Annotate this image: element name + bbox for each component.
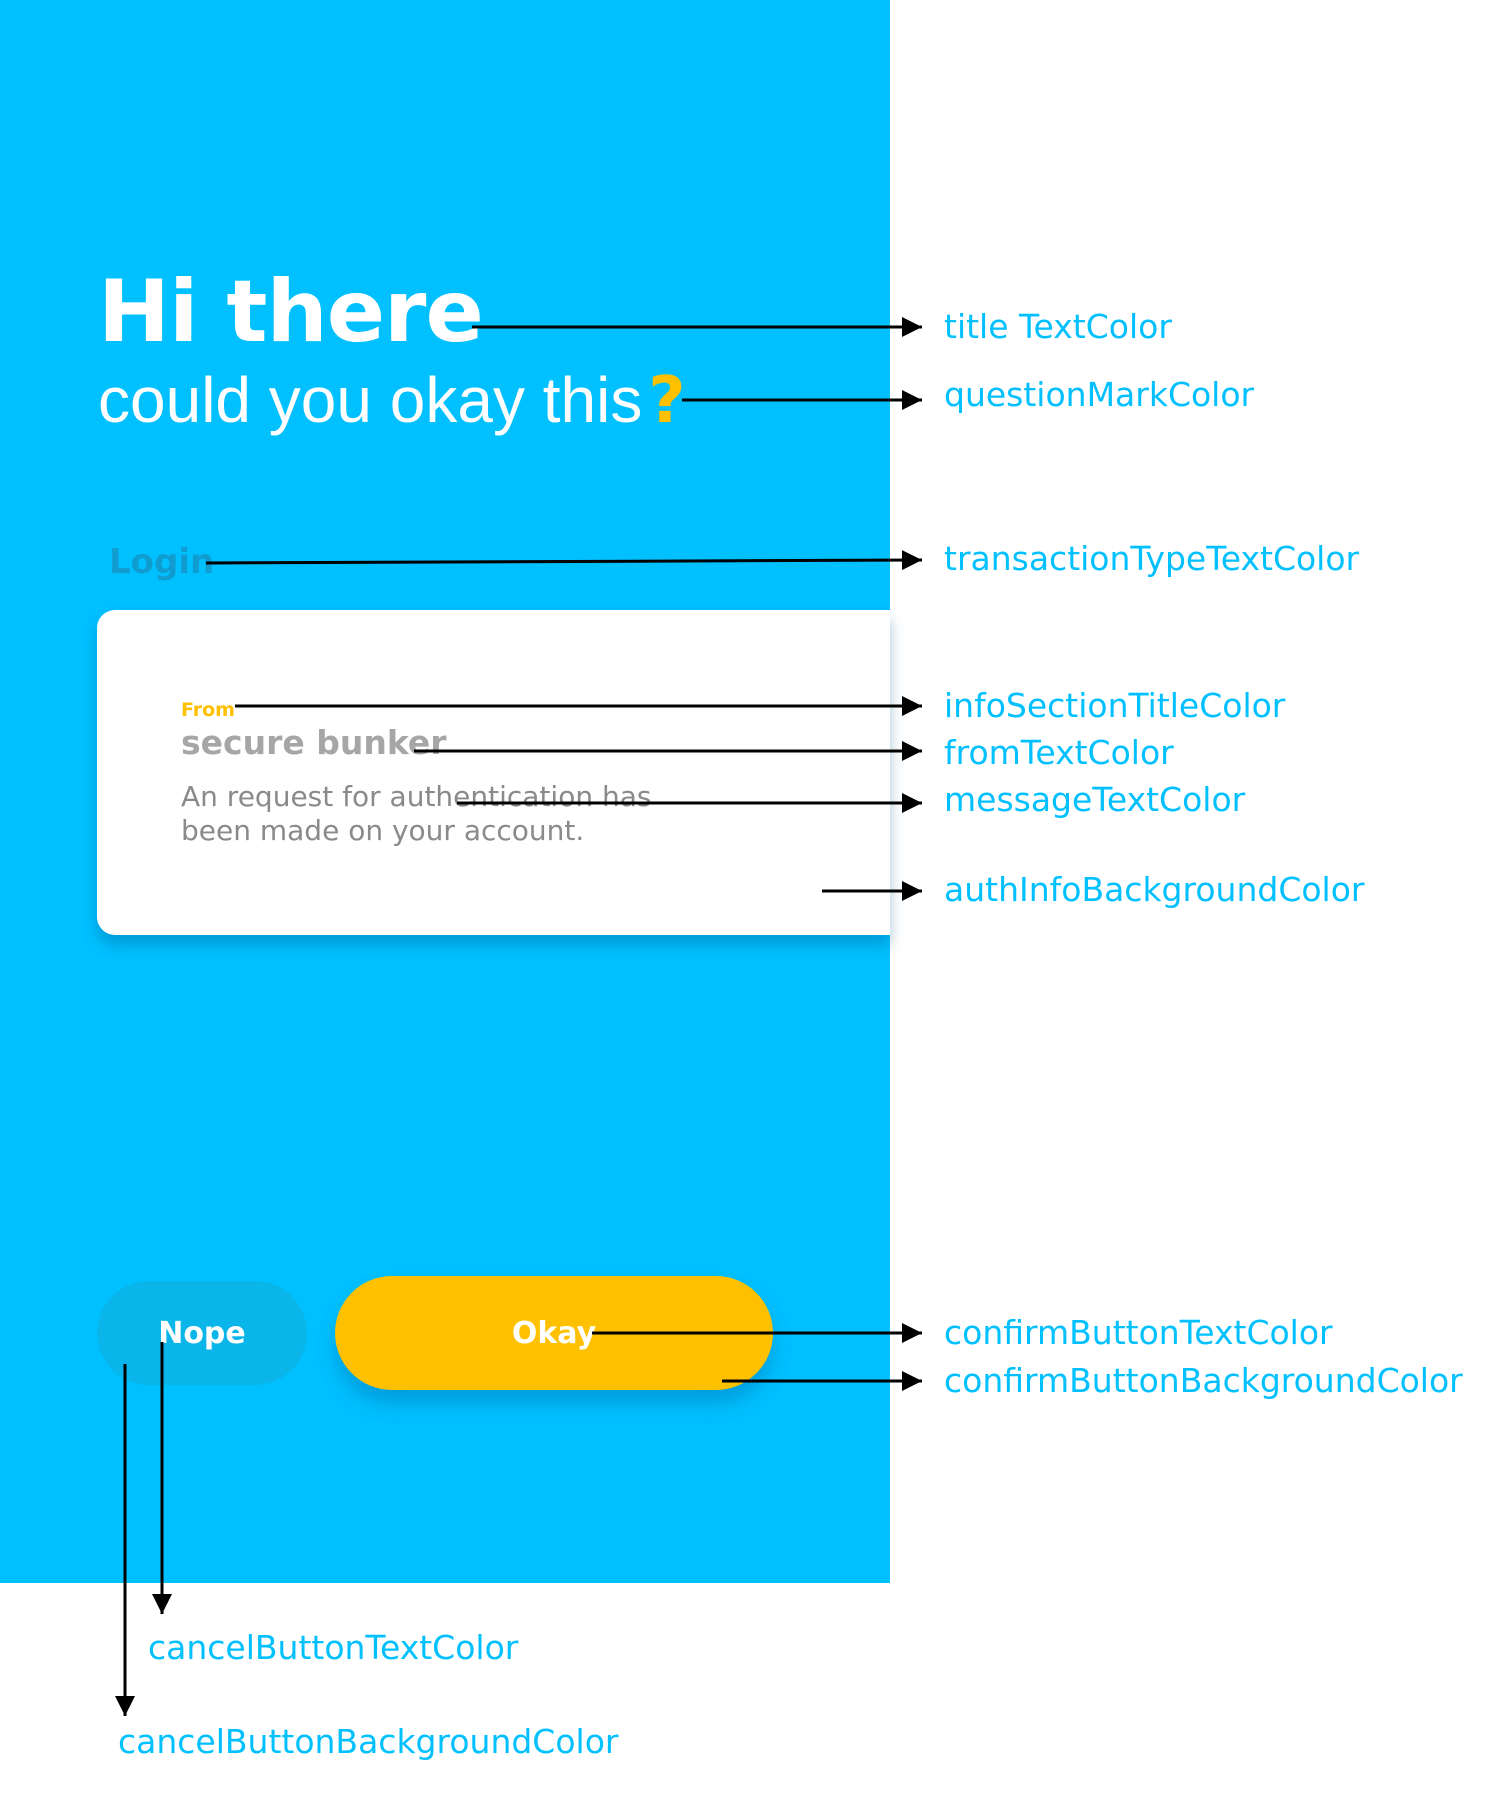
annotation-auth-info-background-color: authInfoBackgroundColor — [944, 870, 1365, 909]
annotation-cancel-button-background-color: cancelButtonBackgroundColor — [118, 1722, 619, 1761]
info-section-title: From — [181, 699, 235, 721]
annotation-confirm-button-background-color: confirmButtonBackgroundColor — [944, 1361, 1463, 1400]
annotation-question-mark-color: questionMarkColor — [944, 375, 1255, 414]
annotation-confirm-button-text-color: confirmButtonTextColor — [944, 1313, 1333, 1352]
message-text: An request for authentication has been m… — [181, 780, 652, 847]
annotation-from-text-color: fromTextColor — [944, 733, 1174, 772]
transaction-type: Login — [109, 542, 215, 582]
auth-screen-panel: Hi there could you okay this? Login From… — [0, 0, 890, 1583]
cancel-button-label: Nope — [158, 1315, 246, 1351]
from-text: secure bunker — [181, 723, 447, 762]
page-title: Hi there — [98, 262, 484, 362]
auth-info-card: From secure bunker An request for authen… — [97, 610, 890, 935]
confirm-button[interactable]: Okay — [335, 1276, 773, 1390]
subtitle: could you okay this? — [98, 360, 685, 441]
annotation-info-section-title-color: infoSectionTitleColor — [944, 686, 1286, 725]
annotation-message-text-color: messageTextColor — [944, 780, 1246, 819]
annotation-title-text-color: title TextColor — [944, 307, 1172, 346]
cancel-button[interactable]: Nope — [97, 1281, 307, 1385]
confirm-button-label: Okay — [511, 1315, 597, 1351]
annotation-transaction-type-text-color: transactionTypeTextColor — [944, 539, 1360, 578]
annotation-cancel-button-text-color: cancelButtonTextColor — [148, 1628, 519, 1667]
subtitle-text: could you okay this — [98, 364, 643, 436]
question-mark: ? — [648, 364, 686, 438]
